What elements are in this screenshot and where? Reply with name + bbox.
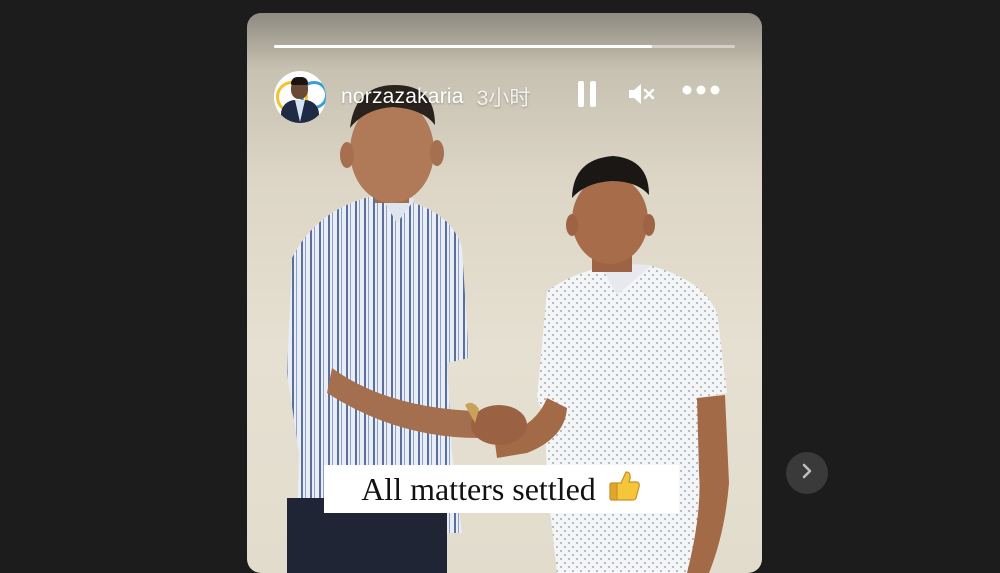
more-icon[interactable] — [682, 83, 720, 101]
mute-icon[interactable] — [627, 80, 657, 113]
post-time: 3小时 — [476, 87, 531, 110]
avatar[interactable] — [274, 71, 326, 123]
caption-sticker: All matters settled — [324, 465, 679, 513]
story-progress-fill — [274, 45, 653, 48]
caption-text: All matters settled — [361, 470, 596, 507]
pause-icon[interactable] — [576, 81, 598, 109]
thumbs-up-icon — [606, 467, 642, 511]
story-header: norzazakaria 3小时 — [274, 69, 735, 125]
next-story-button[interactable] — [786, 452, 828, 494]
story-viewer[interactable]: norzazakaria 3小时 All matters settled — [247, 13, 762, 573]
username[interactable]: norzazakaria — [341, 85, 464, 109]
story-progress-bar — [274, 45, 735, 48]
chevron-right-icon — [799, 462, 815, 485]
